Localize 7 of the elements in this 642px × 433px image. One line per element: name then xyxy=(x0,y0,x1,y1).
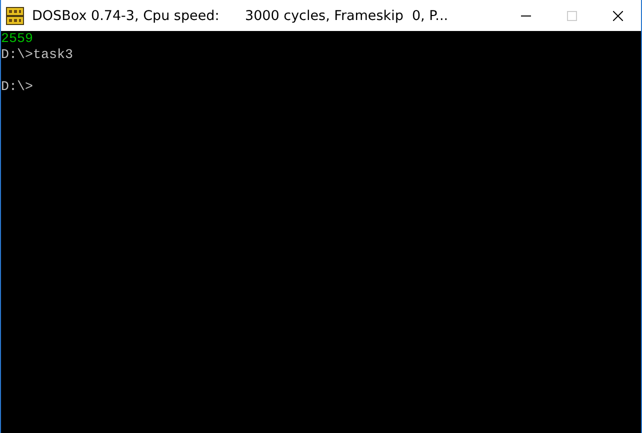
console-line: 2559 xyxy=(1,32,33,47)
console-line: D:\>task3 xyxy=(1,48,73,63)
close-icon xyxy=(613,10,623,20)
console-line: D:\> xyxy=(1,80,33,95)
maximize-icon xyxy=(567,10,577,20)
window-title: DOSBox 0.74-3, Cpu speed: 3000 cycles, Frameskip 0, P... xyxy=(32,8,448,24)
app-icon xyxy=(6,6,24,24)
